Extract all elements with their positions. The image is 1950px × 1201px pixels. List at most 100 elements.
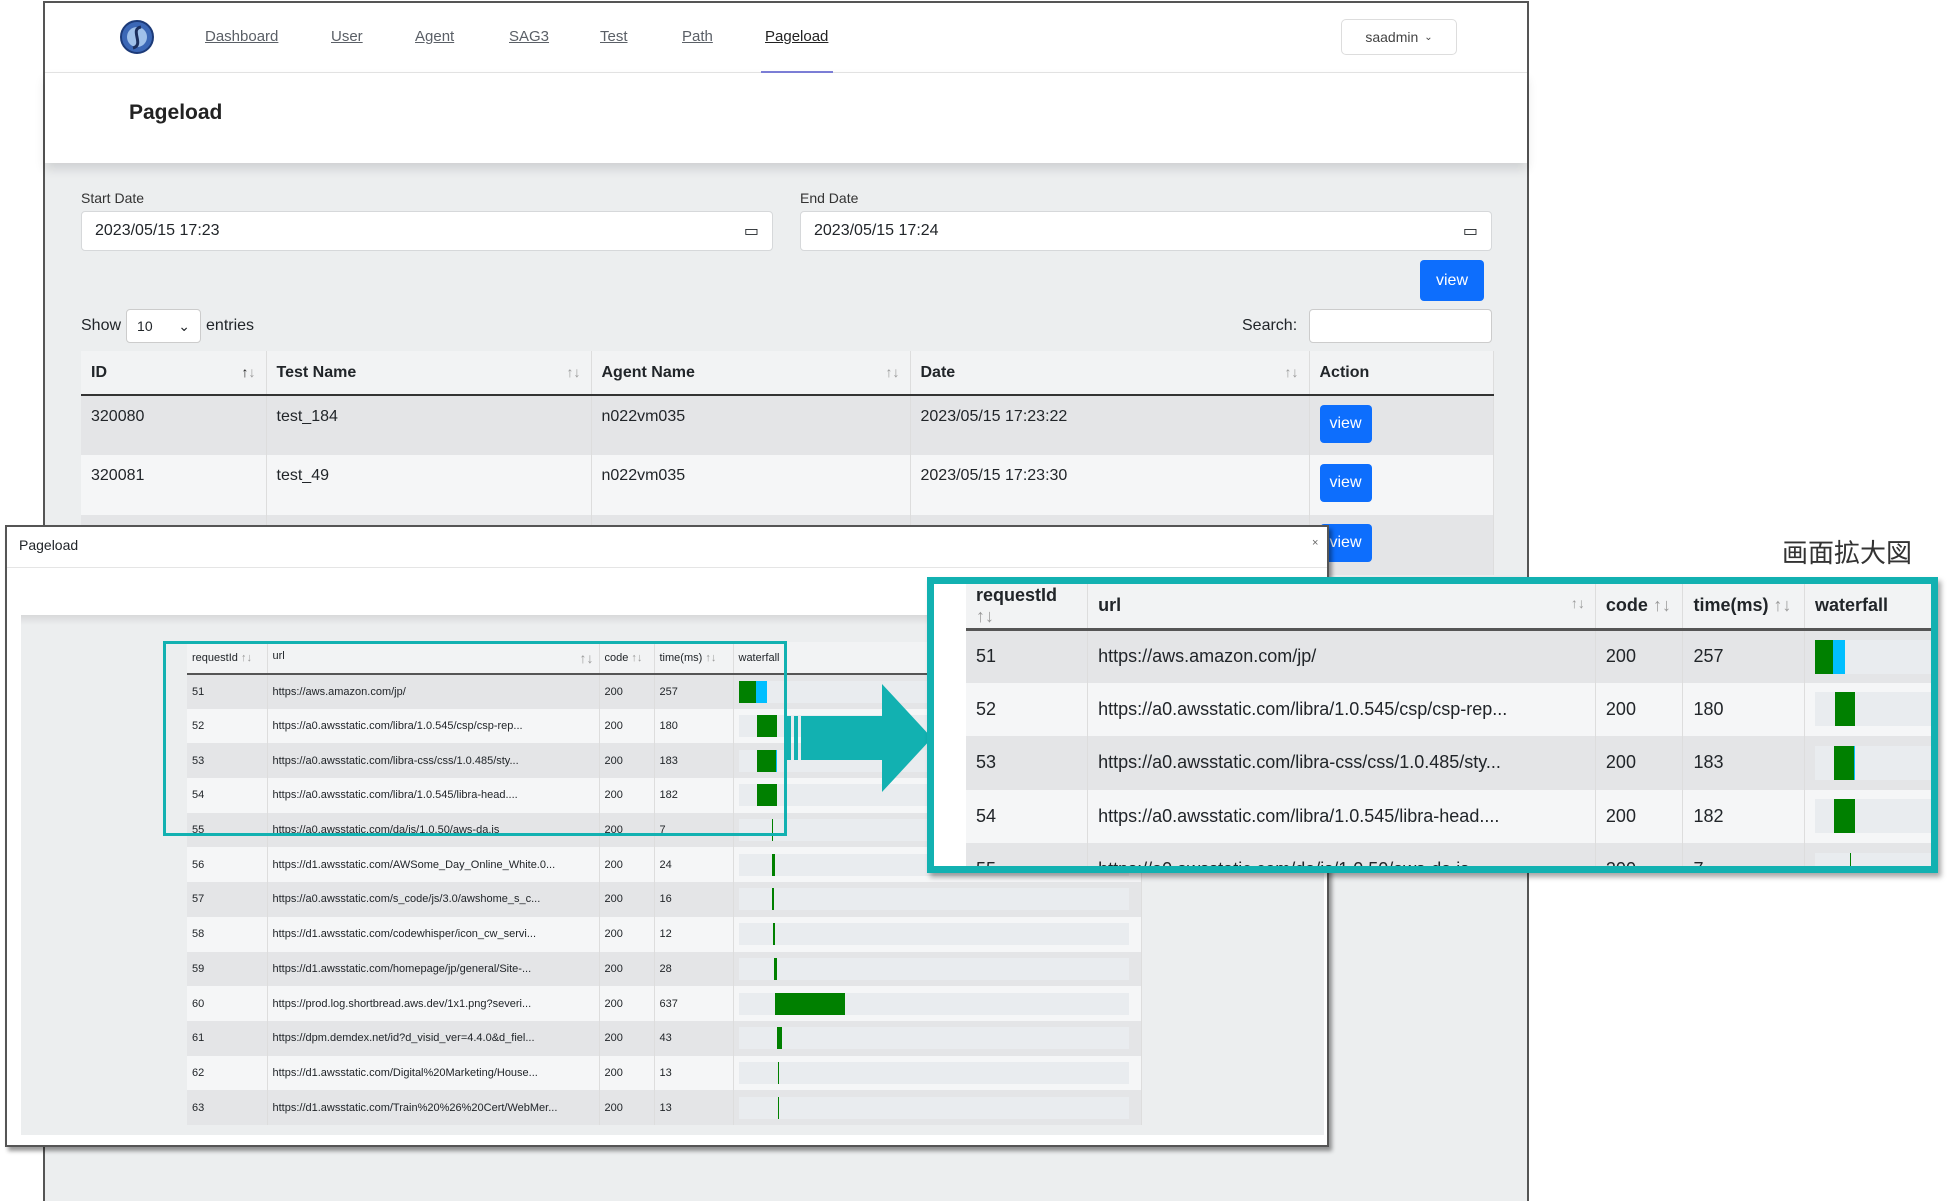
- waterfall-bar-receive: [1854, 745, 1855, 780]
- cell-test: test_184: [266, 395, 592, 455]
- cell-code: 200: [599, 1090, 655, 1125]
- cell-code: 200: [599, 1055, 655, 1091]
- nav-user[interactable]: User: [331, 28, 363, 45]
- waterfall-bar-wait: [1833, 745, 1855, 780]
- cell-waterfall: [733, 1020, 1142, 1056]
- nav-dashboard[interactable]: Dashboard: [205, 28, 278, 45]
- waterfall-track: [738, 1061, 1129, 1084]
- cell-id: 63: [187, 1090, 268, 1125]
- waterfall-bar-wait: [777, 1027, 782, 1050]
- col-time[interactable]: time(ms) ↑↓: [1682, 584, 1805, 631]
- calendar-icon[interactable]: ▭: [744, 221, 759, 241]
- request-row: 61 https://dpm.demdex.net/id?d_visid_ver=…: [187, 1020, 1142, 1056]
- logo-icon[interactable]: [119, 19, 155, 55]
- waterfall-bar-wait: [772, 853, 775, 876]
- cell-waterfall: [733, 916, 1142, 952]
- cell-id: 320081: [81, 455, 267, 515]
- cell-url: https://a0.awsstatic.com/libra/1.0.545/l…: [1087, 789, 1596, 843]
- waterfall-bar-wait: [1833, 799, 1855, 834]
- cell-waterfall: [1804, 843, 1931, 866]
- waterfall-track: [738, 992, 1129, 1015]
- user-dropdown[interactable]: saadmin ⌄: [1341, 19, 1457, 55]
- cell-waterfall: [733, 951, 1142, 987]
- navbar: Dashboard User Agent SAG3 Test Path Page…: [45, 3, 1527, 73]
- waterfall-bar-wait: [1815, 639, 1834, 674]
- end-date-input[interactable]: 2023/05/15 17:24 ▭: [800, 211, 1492, 251]
- view-button[interactable]: view: [1420, 260, 1484, 301]
- cell-id: 60: [187, 986, 268, 1021]
- cell-time: 180: [1682, 682, 1805, 736]
- calendar-icon[interactable]: ▭: [1463, 221, 1478, 241]
- cell-time: 12: [654, 916, 734, 952]
- request-row: 58 https://d1.awsstatic.com/codewhisper/i…: [187, 916, 1142, 952]
- search-input[interactable]: [1309, 309, 1492, 343]
- request-row: 59 https://d1.awsstatic.com/homepage/jp/g…: [187, 951, 1142, 987]
- cell-waterfall: [1804, 682, 1931, 736]
- cell-action: view: [1309, 395, 1494, 455]
- cell-time: 13: [654, 1055, 734, 1091]
- sort-icon[interactable]: ↑↓: [567, 364, 581, 380]
- cell-id: 56: [187, 847, 268, 883]
- sort-icon[interactable]: ↑↓: [1571, 595, 1585, 611]
- sort-icon[interactable]: ↑↓: [242, 364, 256, 380]
- request-row: 62 https://d1.awsstatic.com/Digital%20Mar…: [187, 1055, 1142, 1091]
- end-date-label: End Date: [800, 190, 859, 206]
- cell-time: 16: [654, 882, 734, 917]
- cell-code: 200: [1595, 682, 1684, 736]
- table-row: 320081 test_49 n022vm035 2023/05/15 17:23:3…: [81, 455, 1494, 515]
- cell-url: https://d1.awsstatic.com/homepage/jp/gen…: [267, 951, 600, 987]
- col-id[interactable]: ID ↑↓: [81, 351, 267, 396]
- cell-code: 200: [599, 847, 655, 883]
- col-agent-name[interactable]: Agent Name ↑↓: [591, 351, 911, 396]
- cell-code: 200: [599, 986, 655, 1021]
- cell-code: 200: [599, 882, 655, 917]
- cell-id: 59: [187, 951, 268, 987]
- modal-title: Pageload: [19, 537, 79, 553]
- col-date[interactable]: Date ↑↓: [910, 351, 1310, 396]
- row-view-button[interactable]: view: [1319, 464, 1372, 502]
- close-icon[interactable]: ×: [1312, 537, 1318, 549]
- request-row: 57 https://a0.awsstatic.com/s_code/js/3.0…: [187, 882, 1142, 917]
- cell-id: 62: [187, 1055, 268, 1091]
- waterfall-bar-wait: [774, 992, 845, 1015]
- cell-waterfall: [733, 882, 1142, 917]
- entries-control: Show 10 ⌄ entries: [81, 309, 254, 343]
- nav-pageload[interactable]: Pageload: [765, 28, 828, 45]
- waterfall-track: [1815, 745, 1931, 780]
- request-row: 52 https://a0.awsstatic.com/libra/1.0.545…: [966, 682, 1931, 736]
- waterfall-track: [1815, 692, 1931, 727]
- cell-time: 637: [654, 986, 734, 1021]
- cell-url: https://a0.awsstatic.com/libra/1.0.545/c…: [1087, 682, 1596, 736]
- highlight-box: [163, 641, 787, 836]
- cell-id: 57: [187, 882, 268, 917]
- waterfall-bar-wait: [777, 1061, 780, 1084]
- cell-url: https://d1.awsstatic.com/Digital%20Marke…: [267, 1055, 600, 1091]
- entries-select[interactable]: 10 ⌄: [126, 309, 202, 343]
- nav-sag3[interactable]: SAG3: [509, 28, 549, 45]
- sort-icon[interactable]: ↑↓: [886, 364, 900, 380]
- cell-time: 28: [654, 951, 734, 987]
- sort-icon[interactable]: ↑↓: [1285, 364, 1299, 380]
- nav-path[interactable]: Path: [682, 28, 713, 45]
- cell-time: 183: [1682, 736, 1805, 790]
- arrow-icon: [787, 684, 932, 792]
- start-date-input[interactable]: 2023/05/15 17:23 ▭: [81, 211, 773, 251]
- cell-url: https://a0.awsstatic.com/libra-css/css/1…: [1087, 736, 1596, 790]
- waterfall-bar-wait: [1834, 692, 1856, 727]
- cell-code: 200: [1595, 789, 1684, 843]
- page-title: Pageload: [129, 101, 223, 124]
- cell-agent: n022vm035: [591, 395, 911, 455]
- nav-agent[interactable]: Agent: [415, 28, 454, 45]
- row-view-button[interactable]: view: [1319, 405, 1372, 443]
- waterfall-track: [738, 1027, 1129, 1050]
- col-test-name[interactable]: Test Name ↑↓: [266, 351, 592, 396]
- col-url[interactable]: url ↑↓: [1087, 584, 1596, 631]
- col-requestid[interactable]: requestId ↑↓: [966, 584, 1089, 631]
- waterfall-track: [1815, 852, 1931, 866]
- nav-test[interactable]: Test: [600, 28, 628, 45]
- cell-url: https://d1.awsstatic.com/Train%20%26%20C…: [267, 1090, 600, 1125]
- cell-id: 58: [187, 916, 268, 952]
- request-row: 63 https://d1.awsstatic.com/Train%20%26%2…: [187, 1090, 1142, 1125]
- page-header: Pageload: [45, 73, 1527, 163]
- col-code[interactable]: code ↑↓: [1595, 584, 1684, 631]
